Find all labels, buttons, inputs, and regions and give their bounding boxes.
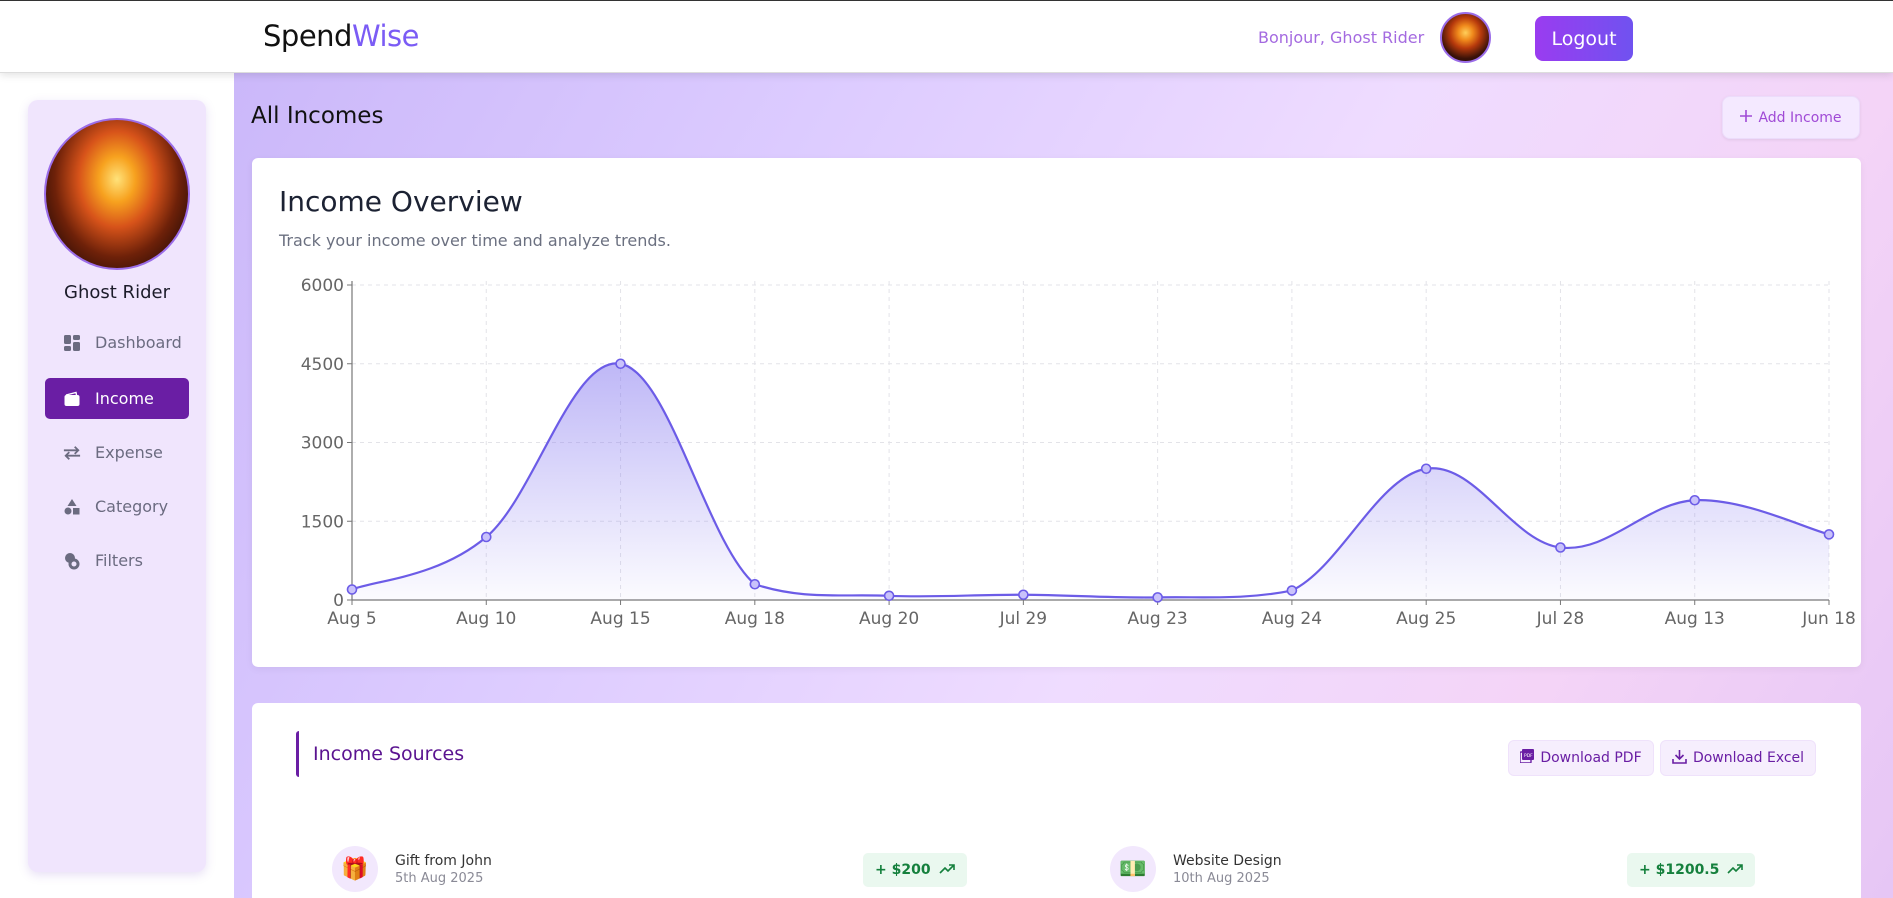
sidebar-item-label: Income: [95, 389, 154, 408]
y-tick-label: 1500: [301, 512, 344, 532]
amount-badge: + $200: [863, 853, 967, 887]
x-tick-label: Aug 25: [1396, 609, 1456, 629]
profile-name: Ghost Rider: [64, 282, 170, 303]
gift-icon: 🎁: [332, 846, 378, 892]
data-point: [1555, 542, 1566, 553]
svg-text:PDF: PDF: [1524, 753, 1533, 759]
exchange-icon: [63, 444, 81, 462]
sidebar-item-label: Filters: [95, 551, 143, 570]
sidebar-item-label: Dashboard: [95, 333, 182, 352]
wallet-icon: [63, 390, 81, 408]
source-name: Website Design: [1173, 853, 1282, 869]
source-date: 5th Aug 2025: [395, 871, 484, 886]
trending-up-icon: [1727, 862, 1744, 878]
dashboard-icon: [63, 334, 81, 352]
brand-part-spend: Spend: [263, 19, 352, 53]
source-date: 10th Aug 2025: [1173, 871, 1270, 886]
data-point: [883, 590, 895, 602]
amount-value: + $1200.5: [1639, 862, 1720, 878]
x-tick-label: Jul 28: [1536, 609, 1585, 629]
greeting-text: Bonjour, Ghost Rider: [1258, 28, 1425, 47]
y-tick-label: 4500: [301, 355, 344, 375]
header-avatar[interactable]: [1440, 12, 1491, 63]
data-point: [1018, 589, 1029, 601]
list-item[interactable]: 🎁 Gift from John 5th Aug 2025 + $200: [332, 846, 967, 894]
trending-up-icon: [939, 862, 955, 878]
data-point: [1420, 463, 1432, 475]
y-tick-label: 3000: [301, 434, 344, 454]
income-sources-card: Income Sources PDF Download PDF Download…: [252, 703, 1861, 898]
sidebar-item-label: Expense: [95, 443, 163, 462]
sidebar-item-income[interactable]: Income: [45, 378, 189, 419]
sidebar-item-dashboard[interactable]: Dashboard: [45, 322, 189, 363]
download-pdf-label: Download PDF: [1540, 750, 1642, 766]
x-tick-label: Aug 18: [725, 609, 785, 629]
x-tick-label: Aug 5: [327, 609, 376, 629]
data-point: [1152, 592, 1163, 603]
data-point: [346, 584, 358, 595]
data-point: [1823, 529, 1835, 540]
data-point: [749, 578, 761, 590]
x-tick-label: Jun 18: [1801, 609, 1856, 629]
pdf-icon: PDF: [1519, 749, 1535, 767]
sidebar-item-category[interactable]: Category: [45, 486, 189, 527]
data-point: [480, 531, 492, 543]
sidebar-item-filters[interactable]: Filters: [45, 540, 189, 581]
x-tick-label: Aug 23: [1128, 609, 1188, 629]
data-point: [1286, 585, 1298, 596]
sidebar-item-expense[interactable]: Expense: [45, 432, 189, 473]
top-header: SpendWise Bonjour, Ghost Rider Logout: [0, 0, 1893, 73]
brand-logo[interactable]: SpendWise: [263, 19, 420, 53]
filter-icon: [63, 552, 81, 570]
x-tick-label: Aug 20: [859, 609, 919, 629]
x-tick-label: Aug 10: [456, 609, 516, 629]
income-overview-card: Income Overview Track your income over t…: [252, 158, 1861, 667]
amount-badge: + $1200.5: [1627, 853, 1756, 887]
download-pdf-button[interactable]: PDF Download PDF: [1508, 740, 1654, 776]
data-point: [615, 358, 626, 370]
income-chart[interactable]: 0 1500 3000 4500 6000 Aug 5 Aug 10 Aug 15 Aug 18…: [252, 158, 1861, 667]
money-icon: 💵: [1110, 846, 1156, 892]
y-tick-label: 6000: [301, 276, 344, 296]
x-tick-label: Aug 15: [590, 609, 650, 629]
x-tick-label: Aug 13: [1665, 609, 1725, 629]
list-item[interactable]: 💵 Website Design 10th Aug 2025 + $1200.5: [1110, 846, 1756, 894]
plus-icon: [1740, 109, 1753, 126]
shapes-icon: [63, 498, 81, 516]
page-title: All Incomes: [251, 103, 384, 129]
y-tick-label: 0: [333, 591, 344, 611]
source-name: Gift from John: [395, 853, 492, 869]
sidebar-item-label: Category: [95, 497, 169, 516]
income-sources-title: Income Sources: [296, 731, 464, 777]
download-excel-button[interactable]: Download Excel: [1660, 740, 1816, 776]
brand-part-wise: Wise: [351, 19, 420, 53]
add-income-label: Add Income: [1758, 109, 1842, 126]
logout-button[interactable]: Logout: [1535, 16, 1633, 61]
download-icon: [1672, 749, 1687, 768]
sidebar: Ghost Rider Dashboard Income Expense Cat…: [28, 100, 206, 872]
add-income-button[interactable]: Add Income: [1722, 96, 1860, 139]
x-tick-label: Aug 24: [1262, 609, 1322, 629]
x-tick-label: Jul 29: [999, 609, 1048, 629]
profile-avatar: [44, 118, 190, 270]
amount-value: + $200: [875, 862, 931, 878]
download-excel-label: Download Excel: [1692, 750, 1805, 766]
data-point: [1689, 494, 1701, 506]
